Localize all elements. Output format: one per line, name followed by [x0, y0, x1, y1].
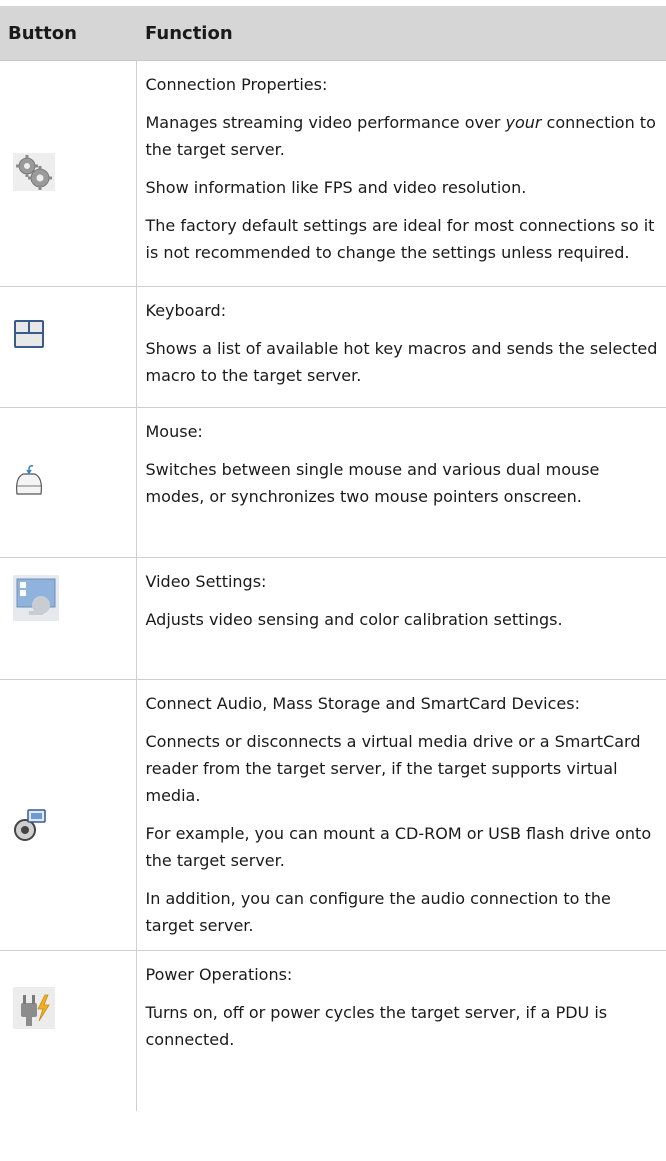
table-row: Mouse: Switches between single mouse and…	[0, 407, 666, 558]
keyboard-icon	[13, 319, 45, 353]
function-text: Adjusts video sensing and color calibrat…	[145, 610, 563, 629]
icon-cell	[0, 679, 137, 951]
function-text: For example, you can mount a CD-ROM or U…	[145, 824, 652, 870]
icon-cell	[0, 407, 137, 558]
function-cell: Connect Audio, Mass Storage and SmartCar…	[136, 679, 666, 951]
function-cell: Keyboard: Shows a list of available hot …	[136, 286, 666, 408]
icon-cell	[0, 557, 137, 680]
table-header: Button Function	[0, 6, 666, 61]
table-row: Connect Audio, Mass Storage and SmartCar…	[0, 679, 666, 951]
function-title: Keyboard:	[145, 301, 227, 320]
function-text: The factory default settings are ideal f…	[145, 216, 655, 262]
function-cell: Mouse: Switches between single mouse and…	[136, 407, 666, 558]
emphasis-text: your	[505, 113, 542, 132]
virtual-media-icon	[13, 808, 47, 846]
function-title: Power Operations:	[145, 965, 293, 984]
table-row: Connection Properties: Manages streaming…	[0, 60, 666, 287]
icon-cell	[0, 286, 137, 408]
table-row: Keyboard: Shows a list of available hot …	[0, 286, 666, 408]
function-title: Connection Properties:	[145, 75, 328, 94]
function-text: Turns on, off or power cycles the target…	[145, 1003, 608, 1049]
table-row: Power Operations: Turns on, off or power…	[0, 950, 666, 1111]
function-cell: Video Settings: Adjusts video sensing an…	[136, 557, 666, 680]
function-cell: Connection Properties: Manages streaming…	[136, 60, 666, 287]
function-text: Show information like FPS and video reso…	[145, 178, 527, 197]
function-text: Switches between single mouse and variou…	[145, 460, 600, 506]
header-button: Button	[0, 6, 136, 61]
text-segment: Manages streaming video performance over	[145, 113, 506, 132]
function-text: Shows a list of available hot key macros…	[145, 339, 658, 385]
function-cell: Power Operations: Turns on, off or power…	[136, 950, 666, 1111]
button-function-table: Button Function Connection Properties: M…	[0, 6, 666, 1111]
function-text: In addition, you can configure the audio…	[145, 889, 611, 935]
function-title: Connect Audio, Mass Storage and SmartCar…	[145, 694, 581, 713]
function-title: Video Settings:	[145, 572, 267, 591]
table-row: Video Settings: Adjusts video sensing an…	[0, 557, 666, 680]
mouse-icon	[13, 464, 45, 502]
power-plug-icon	[13, 986, 55, 1033]
function-text: Manages streaming video performance over…	[146, 109, 663, 163]
function-text: Connects or disconnects a virtual media …	[145, 732, 641, 805]
video-settings-icon	[13, 574, 59, 625]
icon-cell	[0, 950, 137, 1111]
icon-cell	[0, 60, 137, 287]
function-title: Mouse:	[145, 422, 203, 441]
gears-icon	[13, 152, 55, 195]
header-function: Function	[136, 6, 666, 61]
